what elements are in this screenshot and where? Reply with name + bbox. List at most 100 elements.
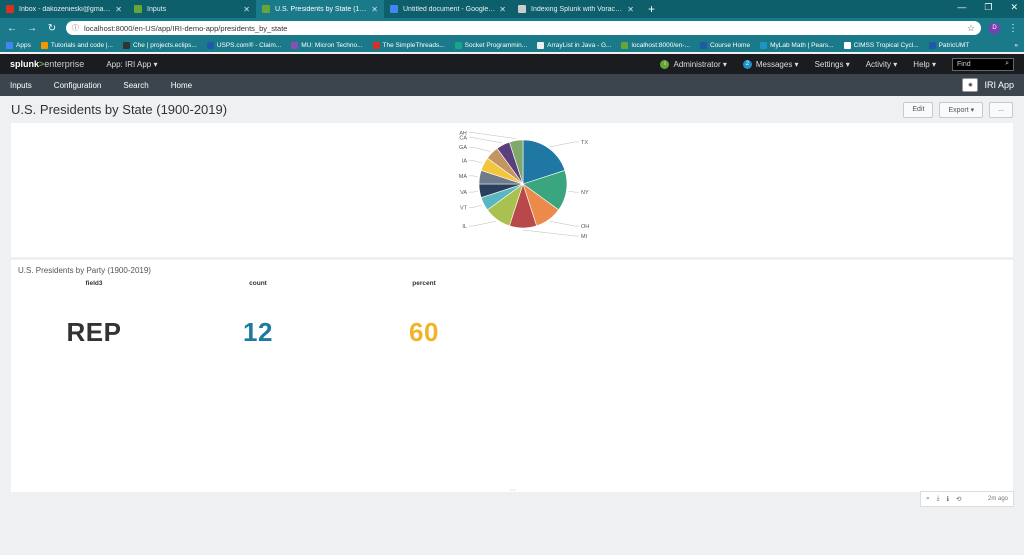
pie-label-ia: IA	[462, 158, 468, 164]
column-header: field3	[85, 280, 103, 287]
browser-tab[interactable]: Indexing Splunk with Voracity - I ✕	[512, 0, 640, 18]
tab-close-icon[interactable]: ✕	[115, 5, 122, 14]
bookmark-label: Che | projects.eclips...	[132, 41, 197, 49]
pie-leader-line	[469, 132, 516, 139]
edit-button[interactable]: Edit	[903, 101, 934, 118]
tab-close-icon[interactable]: ✕	[243, 5, 250, 14]
column-header: percent	[412, 280, 436, 287]
info-icon[interactable]: ℹ	[947, 495, 949, 503]
bookmark-icon	[537, 41, 545, 49]
bookmark-item[interactable]: The SimpleThreads...	[372, 41, 445, 49]
pie-label-mi: MI	[581, 234, 588, 240]
profile-avatar[interactable]: D	[989, 22, 1000, 34]
browser-tab[interactable]: Inbox - dakozenieski@gmail.com ✕	[0, 0, 128, 18]
bookmark-list: Apps Tutorials and code |... Che | project…	[6, 41, 969, 49]
pie-leader-line	[469, 220, 497, 227]
bookmark-item[interactable]: MyLab Math | Pears...	[760, 41, 834, 49]
messages-label: Messages ▾	[755, 59, 799, 69]
page-title: U.S. Presidents by State (1900-2019)	[11, 102, 228, 117]
more-button[interactable]: ...	[989, 101, 1013, 118]
party-panel: U.S. Presidents by Party (1900-2019) fie…	[11, 260, 1013, 492]
browser-tab[interactable]: Untitled document - Google Docs✕	[384, 0, 512, 18]
bookmark-item[interactable]: ArrayList in Java - G...	[537, 41, 611, 49]
url-input[interactable]: ⓘ localhost:8000/en-US/app/IRI-demo-app/…	[66, 21, 981, 35]
bookmark-icon	[843, 41, 851, 49]
back-icon[interactable]: ←	[6, 23, 18, 34]
pie-label-tx: TX	[581, 140, 588, 146]
restore-icon[interactable]: ❐	[984, 2, 992, 13]
bookmark-label: Tutorials and code |...	[50, 41, 113, 49]
star-icon[interactable]: ☆	[967, 23, 975, 34]
bookmark-label: Socket Programmin...	[464, 41, 528, 49]
minimize-icon[interactable]: —	[957, 2, 966, 13]
search-icon: ⌕	[1005, 60, 1009, 67]
logo-ent: enterprise	[44, 59, 85, 69]
nav-configuration[interactable]: Configuration	[54, 81, 102, 90]
new-tab-button[interactable]: +	[640, 0, 663, 18]
bookmark-item[interactable]: USPS.com® - Claim...	[206, 41, 281, 49]
close-window-icon[interactable]: ✕	[1010, 2, 1018, 13]
splunk-logo[interactable]: splunk>enterprise	[10, 59, 84, 69]
pie-label-ar: AR	[459, 131, 467, 137]
pie-leader-line	[469, 146, 491, 152]
pie-leader-line	[568, 190, 579, 193]
browser-tab[interactable]: Inputs ✕	[128, 0, 256, 18]
url-text: localhost:8000/en-US/app/IRI-demo-app/pr…	[84, 23, 288, 33]
settings-menu[interactable]: Settings ▾	[815, 60, 850, 69]
nav-home[interactable]: Home	[171, 81, 192, 90]
help-menu[interactable]: Help ▾	[913, 60, 936, 69]
dashboard-header: U.S. Presidents by State (1900-2019) Edi…	[0, 96, 1024, 123]
search-icon[interactable]: ⌕	[926, 495, 930, 503]
messages-menu[interactable]: 2 Messages ▾	[742, 59, 799, 69]
bookmark-label: CIMSS Tropical Cycl...	[853, 41, 919, 49]
bookmark-item[interactable]: CIMSS Tropical Cycl...	[843, 41, 919, 49]
bookmark-icon	[206, 41, 214, 49]
bookmark-item[interactable]: Tutorials and code |...	[40, 41, 113, 49]
pie-leader-line	[469, 190, 478, 193]
tab-close-icon[interactable]: ✕	[627, 5, 634, 14]
bookmark-item[interactable]: Apps	[6, 41, 31, 49]
panel-toolbar: ⌕ ⤓ ℹ ⟲ 2m ago	[920, 491, 1014, 507]
window-controls: — ❐ ✕	[957, 2, 1018, 13]
bookmarks-more[interactable]: »	[1014, 42, 1018, 49]
export-icon[interactable]: ⤓	[937, 495, 940, 503]
tab-label: Indexing Splunk with Voracity - I	[531, 5, 624, 13]
forward-icon[interactable]: →	[26, 23, 38, 34]
nav-inputs[interactable]: Inputs	[10, 81, 32, 90]
find-input[interactable]: Find ⌕	[952, 57, 1014, 71]
tab-favicon-icon	[6, 5, 14, 13]
pie-label-ny: NY	[581, 190, 589, 196]
bookmark-item[interactable]: Socket Programmin...	[454, 41, 528, 49]
info-icon[interactable]: ⓘ	[72, 23, 79, 33]
panel-title: U.S. Presidents by Party (1900-2019)	[18, 266, 151, 275]
administrator-menu[interactable]: i Administrator ▾	[660, 59, 727, 69]
single-value: 60	[409, 317, 439, 347]
nav-search[interactable]: Search	[123, 81, 148, 90]
browser-menu-icon[interactable]: ⋮	[1008, 23, 1018, 34]
pie-leader-line	[469, 175, 478, 178]
browser-tab[interactable]: U.S. Presidents by State (1900-20✕	[256, 0, 384, 18]
bookmark-item[interactable]: Course Home	[699, 41, 750, 49]
bookmark-item[interactable]: Che | projects.eclips...	[122, 41, 197, 49]
app-menu[interactable]: App: IRI App ▾	[106, 60, 157, 69]
tab-list: Inbox - dakozenieski@gmail.com✕Inputs✕U.…	[0, 0, 640, 18]
pie-chart: TX NY OH MI IL VT VA MA IA GA CA AR	[441, 131, 611, 255]
refresh-icon[interactable]: ⟲	[956, 495, 961, 503]
splunk-right-menu: i Administrator ▾ 2 Messages ▾ Settings …	[660, 57, 1014, 71]
bookmark-item[interactable]: MU: Micron Techno...	[291, 41, 363, 49]
bookmark-icon	[291, 41, 299, 49]
bookmark-icon	[40, 41, 48, 49]
address-bar: ← → ↻ ⓘ localhost:8000/en-US/app/IRI-dem…	[0, 18, 1024, 38]
export-button[interactable]: Export ▾	[939, 101, 984, 118]
tab-close-icon[interactable]: ✕	[499, 5, 506, 14]
reload-icon[interactable]: ↻	[46, 23, 58, 34]
panel-resize-handle[interactable]: ⋯	[510, 487, 516, 494]
bookmark-item[interactable]: PatricUMT	[928, 41, 969, 49]
pie-label-vt: VT	[460, 206, 468, 212]
tab-close-icon[interactable]: ✕	[371, 5, 378, 14]
activity-menu[interactable]: Activity ▾	[866, 60, 898, 69]
bookmark-item[interactable]: localhost:8000/en-...	[621, 41, 690, 49]
pie-leader-line	[469, 204, 483, 208]
pie-label-oh: OH	[581, 224, 589, 230]
app-logo-icon: ◉	[962, 78, 979, 92]
